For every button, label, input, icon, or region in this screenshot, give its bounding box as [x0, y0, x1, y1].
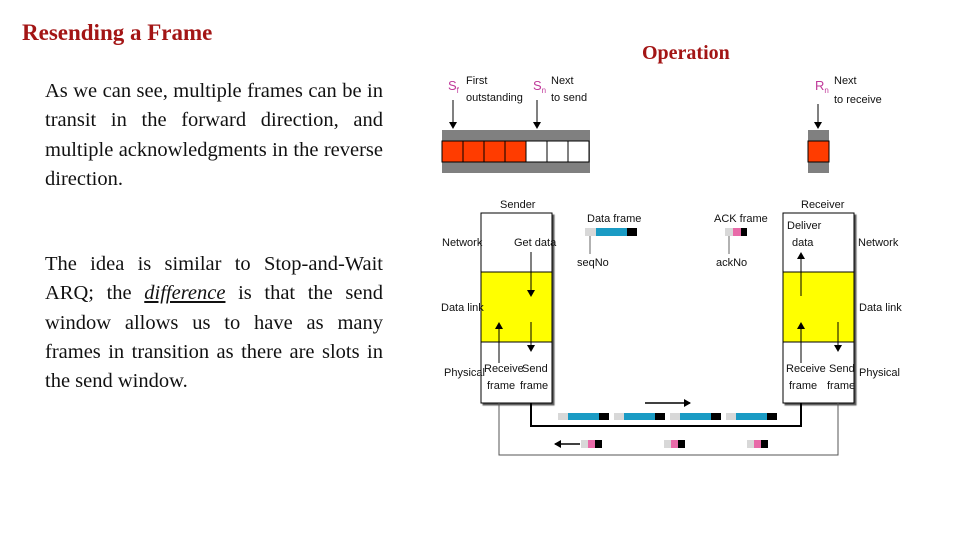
ackno-label: ackNo	[716, 257, 747, 269]
frame-data	[680, 413, 711, 420]
receiver-send-2: frame	[827, 380, 855, 392]
ack-ackno	[581, 440, 588, 448]
ack-body	[588, 440, 595, 448]
legend-data-field	[596, 228, 627, 236]
sender-send-1: Send	[522, 363, 548, 375]
receiver-send-1: Send	[829, 363, 855, 375]
legend-ack-field	[733, 228, 741, 236]
seqno-label: seqNo	[577, 257, 609, 269]
receiver-title: Receiver	[801, 199, 845, 211]
receiver-box: Receiver Deliver data Receive frame Send…	[782, 199, 855, 404]
sn-label-1: Next	[551, 75, 574, 87]
frame-seqno	[670, 413, 680, 420]
sender-get-data: Get data	[514, 237, 557, 249]
ack-frame	[581, 440, 602, 448]
sender-box: Sender Get data Receive frame Send frame	[480, 199, 557, 404]
frame-seqno	[558, 413, 568, 420]
ack-trailer	[761, 440, 768, 448]
outstanding-slot	[504, 140, 527, 163]
ack-body	[671, 440, 678, 448]
ack-body	[754, 440, 761, 448]
frame-trailer	[655, 413, 665, 420]
rn-label-1: Next	[834, 75, 857, 87]
frame-seqno	[614, 413, 624, 420]
data-frame	[670, 413, 721, 420]
sn-symbol: Sn	[533, 78, 546, 95]
ack-ackno	[664, 440, 671, 448]
outstanding-slot	[483, 140, 506, 163]
send-window-slots	[441, 140, 590, 163]
legend-ackno-field	[725, 228, 733, 236]
empty-slot	[546, 140, 569, 163]
receive-window-slot	[807, 140, 830, 163]
ack-frames-in-transit	[581, 440, 768, 448]
empty-slot	[525, 140, 548, 163]
data-frame	[614, 413, 665, 420]
sender-data-link-layer	[481, 272, 552, 342]
outstanding-slot	[441, 140, 464, 163]
frame-trailer	[767, 413, 777, 420]
ack-frame-legend: ACK frame ackNo	[714, 213, 768, 269]
ack-trailer	[595, 440, 602, 448]
receiver-network-label: Network	[858, 237, 899, 249]
sender-send-2: frame	[520, 380, 548, 392]
sf-label-2: outstanding	[466, 92, 523, 104]
rn-label-2: to receive	[834, 94, 882, 106]
ack-frame-label: ACK frame	[714, 213, 768, 225]
frame-data	[624, 413, 655, 420]
legend-trailer-field	[627, 228, 637, 236]
frame-seqno	[726, 413, 736, 420]
sender-datalink-label: Data link	[441, 302, 484, 314]
sender-physical-label: Physical	[444, 367, 485, 379]
sn-label-2: to send	[551, 92, 587, 104]
receiver-data-link-layer	[783, 272, 854, 342]
receiver-deliver-1: Deliver	[787, 220, 822, 232]
frame-trailer	[711, 413, 721, 420]
empty-slot	[567, 140, 590, 163]
sf-symbol: Sf	[448, 78, 460, 95]
sender-receive-2: frame	[487, 380, 515, 392]
legend-seqno-field	[585, 228, 596, 236]
rn-symbol: Rn	[815, 78, 829, 95]
ack-frame	[747, 440, 768, 448]
sender-receive-1: Receive	[484, 363, 524, 375]
legend-ack-trailer	[741, 228, 747, 236]
ack-trailer	[678, 440, 685, 448]
data-frame	[558, 413, 609, 420]
data-frame-label: Data frame	[587, 213, 641, 225]
sender-network-label: Network	[442, 237, 483, 249]
data-frame-legend: Data frame seqNo	[577, 213, 641, 269]
sf-label-1: First	[466, 75, 487, 87]
frame-data	[568, 413, 599, 420]
sender-title: Sender	[500, 199, 536, 211]
ack-ackno	[747, 440, 754, 448]
send-window: Sf First outstanding Sn Next to send	[441, 75, 590, 173]
frame-data	[736, 413, 767, 420]
data-frames-in-transit	[558, 413, 777, 420]
data-frame	[726, 413, 777, 420]
outstanding-slot	[462, 140, 485, 163]
frame-trailer	[599, 413, 609, 420]
receive-window: Rn Next to receive	[807, 75, 882, 173]
receiver-receive-1: Receive	[786, 363, 826, 375]
receiver-receive-2: frame	[789, 380, 817, 392]
receiver-datalink-label: Data link	[859, 302, 902, 314]
operation-diagram: Sf First outstanding Sn Next to send Rn …	[441, 75, 902, 456]
receiver-physical-label: Physical	[859, 367, 900, 379]
receiver-deliver-2: data	[792, 237, 814, 249]
ack-frame	[664, 440, 685, 448]
